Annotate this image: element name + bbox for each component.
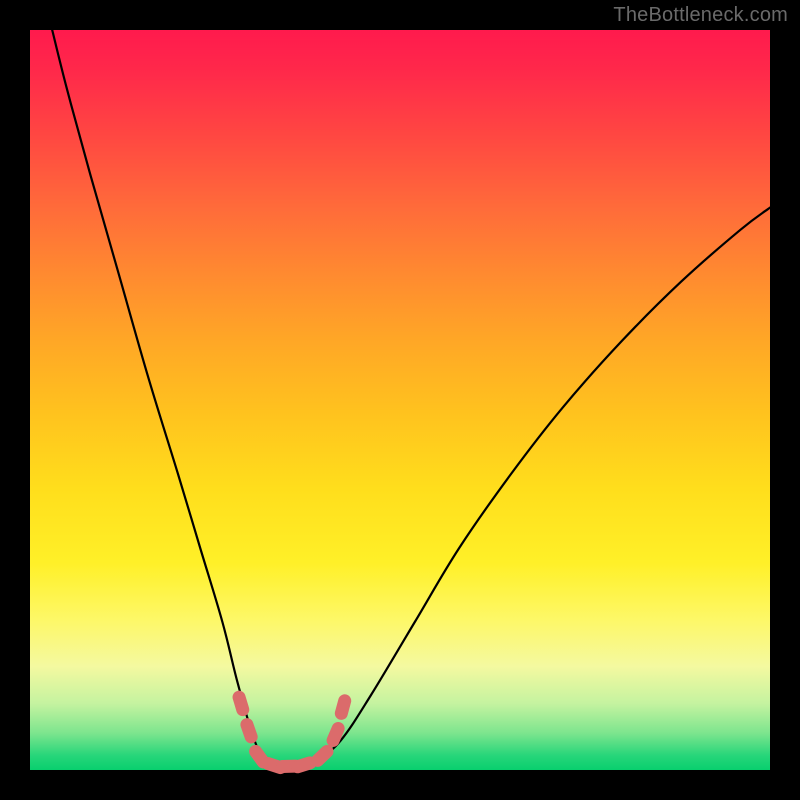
curve-beads	[239, 697, 345, 767]
curve-bead	[318, 751, 327, 760]
curve-bead	[247, 725, 251, 737]
curve-bead	[239, 697, 243, 709]
watermark-text: TheBottleneck.com	[613, 4, 788, 27]
curve-bead	[333, 728, 338, 740]
outer-frame: TheBottleneck.com	[0, 0, 800, 800]
plot-area	[30, 30, 770, 770]
curve-bead	[341, 701, 344, 714]
bottleneck-curve	[52, 30, 770, 767]
curve-svg	[30, 30, 770, 770]
curve-bead	[256, 751, 264, 762]
curve-bead	[298, 763, 310, 767]
